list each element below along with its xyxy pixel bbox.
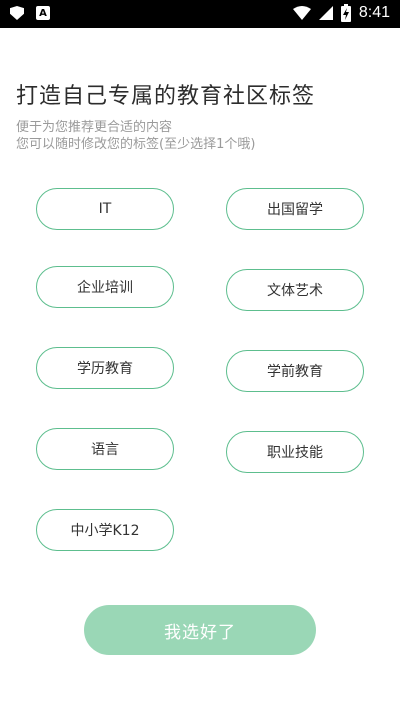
tag-study-abroad[interactable]: 出国留学 bbox=[226, 188, 364, 230]
status-time: 8:41 bbox=[358, 4, 390, 21]
tag-degree-education[interactable]: 学历教育 bbox=[36, 347, 174, 389]
confirm-button[interactable]: 我选好了 bbox=[84, 605, 316, 655]
tag-k12[interactable]: 中小学K12 bbox=[36, 509, 174, 551]
signal-icon bbox=[318, 6, 333, 20]
battery-charging-icon bbox=[340, 4, 351, 22]
status-system: 8:41 bbox=[292, 4, 390, 22]
tag-preschool-education[interactable]: 学前教育 bbox=[226, 350, 364, 392]
page-title: 打造自己专属的教育社区标签 bbox=[16, 84, 316, 109]
shield-icon bbox=[10, 6, 24, 20]
status-notifications: A bbox=[10, 6, 50, 20]
wifi-icon bbox=[292, 6, 311, 20]
subtitle-line-2: 您可以随时修改您的标签(至少选择1个哦) bbox=[16, 137, 256, 152]
a-box-icon: A bbox=[36, 6, 50, 20]
tag-it[interactable]: IT bbox=[36, 188, 174, 230]
tag-language[interactable]: 语言 bbox=[36, 428, 174, 470]
tag-vocational-skills[interactable]: 职业技能 bbox=[226, 431, 364, 473]
tag-arts-sports[interactable]: 文体艺术 bbox=[226, 269, 364, 311]
status-bar: A 8:41 bbox=[0, 0, 400, 28]
tag-corporate-training[interactable]: 企业培训 bbox=[36, 266, 174, 308]
